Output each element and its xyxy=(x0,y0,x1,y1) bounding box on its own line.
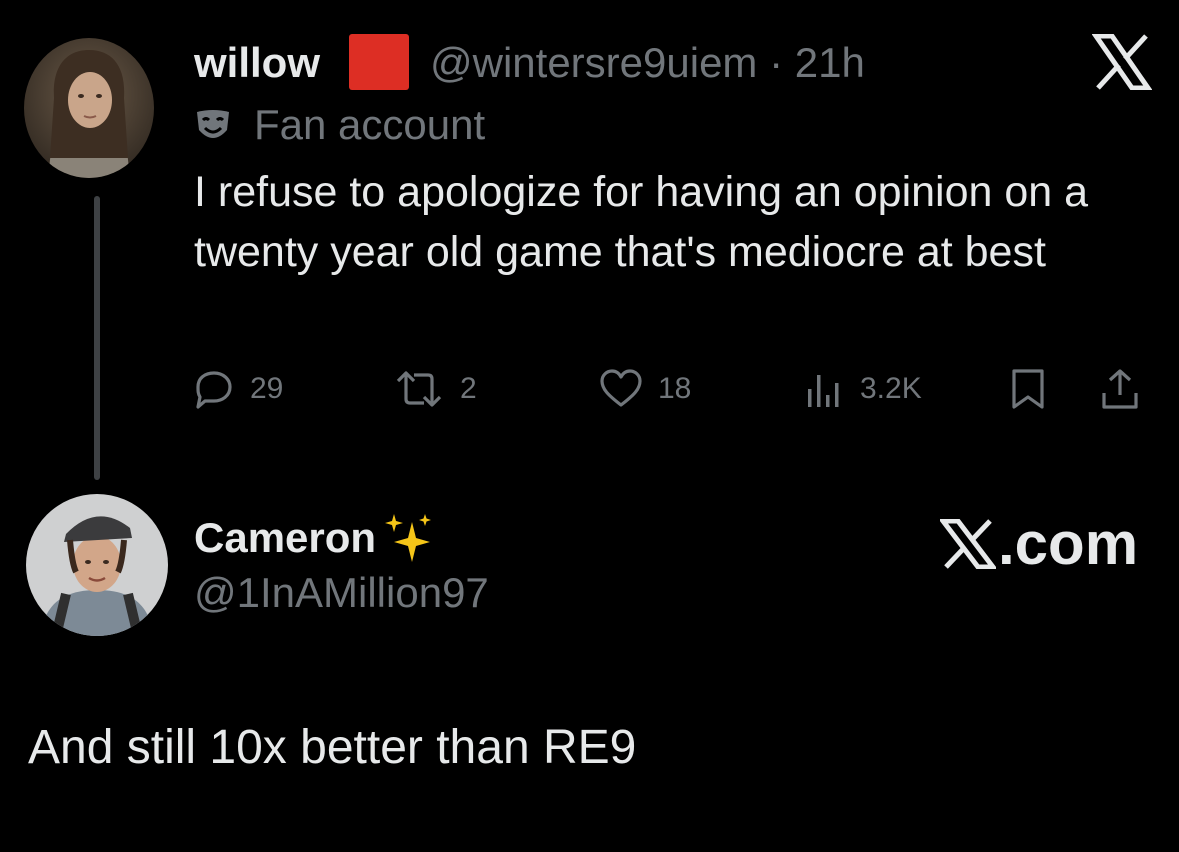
views-count: 3.2K xyxy=(860,372,922,405)
bookmark-button[interactable] xyxy=(1008,366,1048,412)
x-com-watermark: .com xyxy=(940,512,1138,576)
like-button[interactable]: 18 xyxy=(598,366,691,412)
heart-icon xyxy=(600,369,642,407)
tweet-timestamp[interactable]: 21h xyxy=(795,39,865,86)
views-button[interactable]: 3.2K xyxy=(802,366,922,412)
separator-dot: · xyxy=(769,39,784,86)
reply-author-row: Cameron xyxy=(194,512,434,564)
share-icon xyxy=(1102,369,1138,409)
author-handle-row: @wintersre9uiem · 21h xyxy=(430,38,865,88)
reply-icon xyxy=(196,371,232,409)
bookmark-icon xyxy=(1012,369,1044,409)
author-handle[interactable]: @wintersre9uiem xyxy=(430,39,757,86)
reply-body-text: And still 10x better than RE9 xyxy=(28,721,637,774)
red-square-emoji-icon xyxy=(349,34,409,90)
repost-icon xyxy=(396,371,442,407)
x-logo-icon xyxy=(940,519,996,569)
avatar-cameron[interactable] xyxy=(26,494,168,636)
thread-connector-line xyxy=(94,196,100,480)
like-count: 18 xyxy=(658,372,692,405)
x-com-domain-text: .com xyxy=(998,510,1139,577)
reply-button[interactable]: 29 xyxy=(192,366,283,412)
repost-button[interactable]: 2 xyxy=(392,366,477,412)
sparkles-icon xyxy=(385,514,432,562)
reply-count: 29 xyxy=(250,372,284,405)
views-chart-icon xyxy=(808,375,839,407)
tweet-body-text: I refuse to apologize for having an opin… xyxy=(194,168,1089,276)
author-display-name[interactable]: willow xyxy=(194,38,320,88)
repost-count: 2 xyxy=(460,372,477,405)
share-button[interactable] xyxy=(1098,366,1142,412)
avatar-willow[interactable] xyxy=(24,38,154,178)
reply-author-display-name[interactable]: Cameron xyxy=(194,513,376,563)
reply-author-handle[interactable]: @1InAMillion97 xyxy=(194,568,489,618)
fan-account-label: Fan account xyxy=(254,101,486,148)
x-logo-icon xyxy=(1091,33,1153,91)
fan-mask-icon xyxy=(193,106,233,146)
